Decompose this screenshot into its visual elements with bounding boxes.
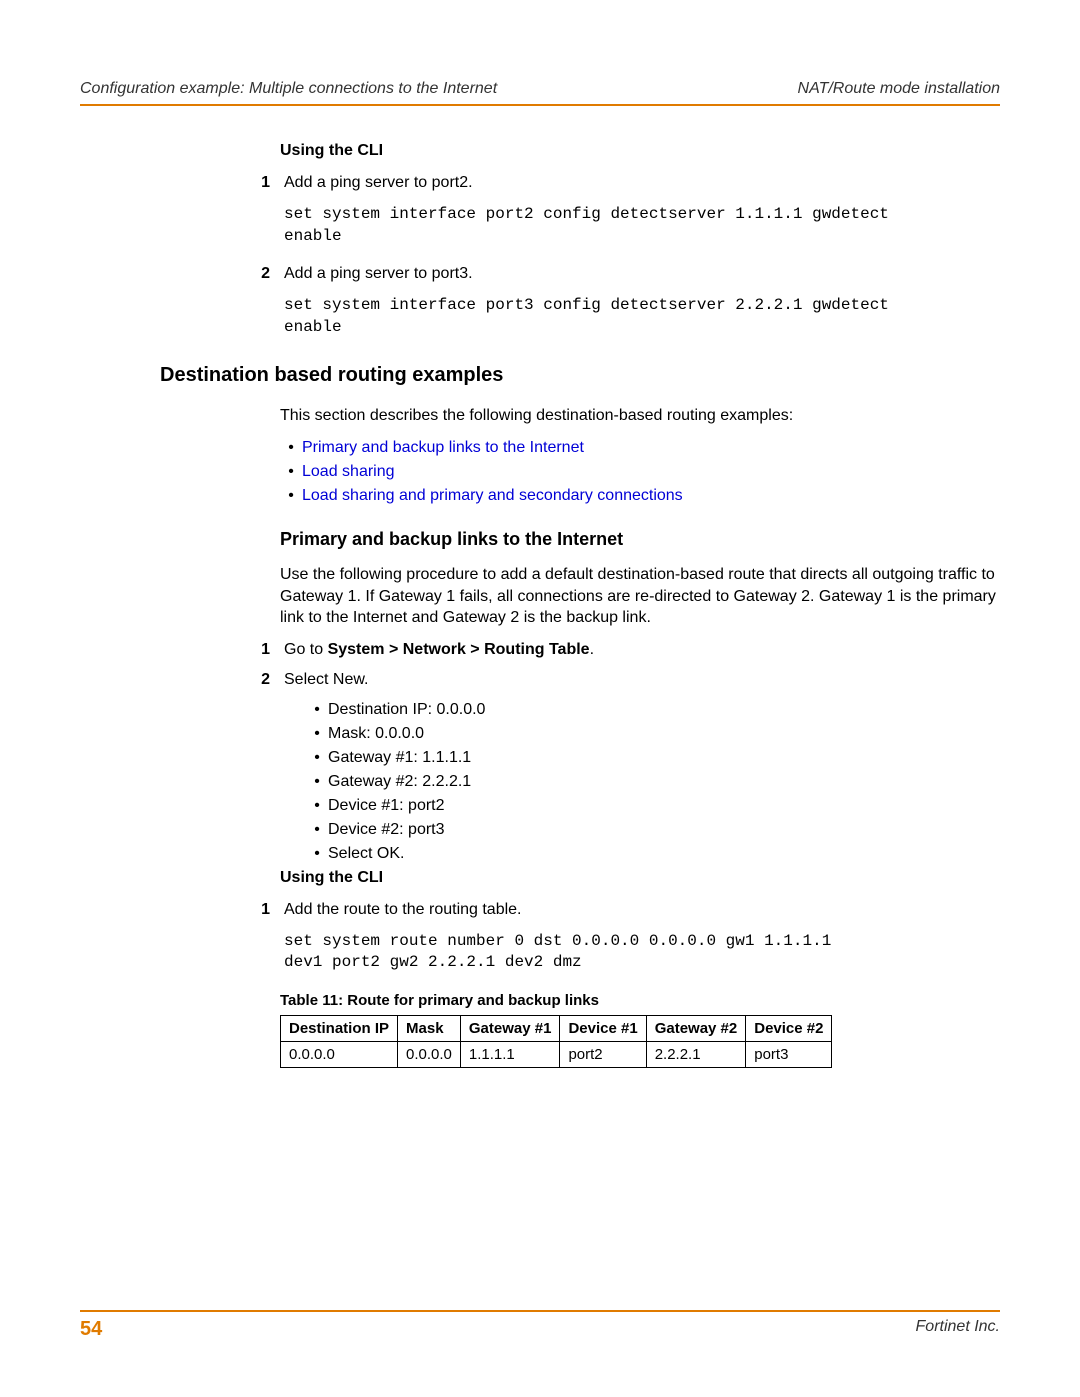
link-load-sharing[interactable]: Load sharing	[302, 463, 395, 481]
step-text: Add the route to the routing table.	[284, 901, 1000, 919]
settings-list: •Destination IP: 0.0.0.0 •Mask: 0.0.0.0 …	[306, 701, 1000, 863]
list-text: Select OK.	[328, 845, 404, 863]
step-text: Add a ping server to port3.	[284, 265, 1000, 283]
td-gw1: 1.1.1.1	[460, 1041, 560, 1067]
list-item: • Load sharing and primary and secondary…	[280, 487, 1000, 505]
cli-heading-1: Using the CLI	[280, 142, 1000, 160]
td-dev2: port3	[746, 1041, 832, 1067]
page-number: 54	[80, 1318, 102, 1341]
td-gw2: 2.2.2.1	[646, 1041, 746, 1067]
table-caption: Table 11: Route for primary and backup l…	[280, 992, 1000, 1009]
list-text: Device #1: port2	[328, 797, 445, 815]
list-item: •Select OK.	[306, 845, 1000, 863]
link-primary-backup[interactable]: Primary and backup links to the Internet	[302, 439, 584, 457]
bullet-icon: •	[280, 463, 302, 481]
step-row: 2 Select New.	[80, 671, 1000, 689]
table-row: 0.0.0.0 0.0.0.0 1.1.1.1 port2 2.2.2.1 po…	[281, 1041, 832, 1067]
bullet-icon: •	[306, 701, 328, 719]
th-dev2: Device #2	[746, 1015, 832, 1041]
step-text: Select New.	[284, 671, 1000, 689]
list-item: •Device #2: port3	[306, 821, 1000, 839]
td-dev1: port2	[560, 1041, 646, 1067]
cli-heading-2: Using the CLI	[280, 869, 1000, 887]
page-content: Using the CLI 1 Add a ping server to por…	[80, 142, 1000, 1068]
section-heading: Destination based routing examples	[160, 364, 1000, 387]
step-number: 1	[230, 641, 284, 659]
link-list: • Primary and backup links to the Intern…	[280, 439, 1000, 505]
step-text: Add a ping server to port2.	[284, 174, 1000, 192]
step-prefix: Go to	[284, 641, 328, 658]
bullet-icon: •	[306, 725, 328, 743]
step-number: 2	[230, 671, 284, 689]
subsection-heading: Primary and backup links to the Internet	[280, 529, 1000, 550]
step-row: 1 Go to System > Network > Routing Table…	[80, 641, 1000, 659]
list-item: •Destination IP: 0.0.0.0	[306, 701, 1000, 719]
page-footer: 54 Fortinet Inc.	[80, 1310, 1000, 1341]
link-load-sharing-primary-secondary[interactable]: Load sharing and primary and secondary c…	[302, 487, 683, 505]
code-block: set system interface port2 config detect…	[284, 204, 1000, 247]
bullet-icon: •	[306, 749, 328, 767]
th-mask: Mask	[398, 1015, 461, 1041]
list-text: Mask: 0.0.0.0	[328, 725, 424, 743]
list-item: •Gateway #2: 2.2.2.1	[306, 773, 1000, 791]
th-gw1: Gateway #1	[460, 1015, 560, 1041]
page: Configuration example: Multiple connecti…	[0, 0, 1080, 1397]
step-suffix: .	[590, 641, 594, 658]
bullet-icon: •	[306, 797, 328, 815]
step-number: 2	[230, 265, 284, 283]
list-item: • Primary and backup links to the Intern…	[280, 439, 1000, 457]
list-item: • Load sharing	[280, 463, 1000, 481]
paragraph: This section describes the following des…	[280, 405, 1000, 427]
td-mask: 0.0.0.0	[398, 1041, 461, 1067]
bullet-icon: •	[280, 439, 302, 457]
footer-company: Fortinet Inc.	[916, 1318, 1000, 1341]
step-row: 1 Add the route to the routing table.	[80, 901, 1000, 919]
th-dest-ip: Destination IP	[281, 1015, 398, 1041]
td-dest-ip: 0.0.0.0	[281, 1041, 398, 1067]
code-block: set system interface port3 config detect…	[284, 295, 1000, 338]
paragraph: Use the following procedure to add a def…	[280, 564, 1000, 629]
list-item: •Mask: 0.0.0.0	[306, 725, 1000, 743]
bullet-icon: •	[306, 773, 328, 791]
step-row: 2 Add a ping server to port3.	[80, 265, 1000, 283]
header-left: Configuration example: Multiple connecti…	[80, 80, 497, 98]
bullet-icon: •	[280, 487, 302, 505]
th-gw2: Gateway #2	[646, 1015, 746, 1041]
step-number: 1	[230, 174, 284, 192]
bullet-icon: •	[306, 845, 328, 863]
step-bold: System > Network > Routing Table	[328, 641, 590, 658]
th-dev1: Device #1	[560, 1015, 646, 1041]
list-item: •Device #1: port2	[306, 797, 1000, 815]
list-item: •Gateway #1: 1.1.1.1	[306, 749, 1000, 767]
code-block: set system route number 0 dst 0.0.0.0 0.…	[284, 931, 1000, 974]
bullet-icon: •	[306, 821, 328, 839]
list-text: Device #2: port3	[328, 821, 445, 839]
header-right: NAT/Route mode installation	[798, 80, 1000, 98]
list-text: Gateway #1: 1.1.1.1	[328, 749, 471, 767]
step-text: Go to System > Network > Routing Table.	[284, 641, 1000, 659]
step-number: 1	[230, 901, 284, 919]
table-header-row: Destination IP Mask Gateway #1 Device #1…	[281, 1015, 832, 1041]
step-row: 1 Add a ping server to port2.	[80, 174, 1000, 192]
page-header: Configuration example: Multiple connecti…	[80, 80, 1000, 106]
list-text: Gateway #2: 2.2.2.1	[328, 773, 471, 791]
route-table: Destination IP Mask Gateway #1 Device #1…	[280, 1015, 832, 1068]
list-text: Destination IP: 0.0.0.0	[328, 701, 485, 719]
